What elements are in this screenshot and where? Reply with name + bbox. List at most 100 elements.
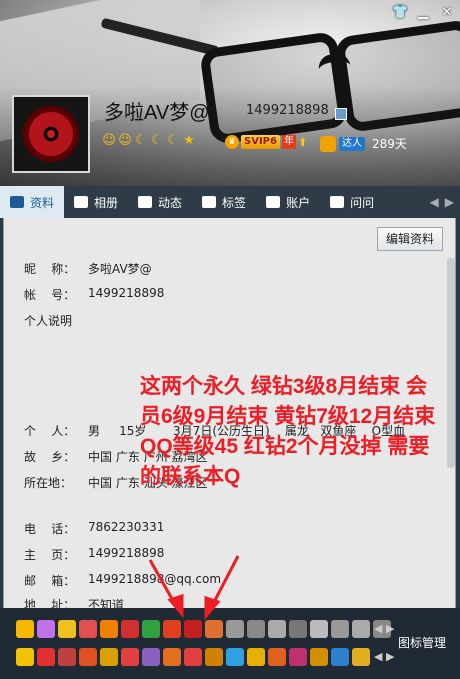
daren-label: 达人 — [339, 136, 365, 151]
privilege-badge-icon[interactable] — [205, 620, 223, 638]
privilege-badge-icon[interactable] — [142, 620, 160, 638]
right-arrow-icon[interactable]: ▶ — [445, 195, 454, 209]
privilege-badge-icon[interactable] — [247, 620, 265, 638]
avatar[interactable] — [12, 95, 90, 173]
desc-row: 个人说明 — [24, 312, 88, 329]
game-badge-icon[interactable] — [310, 648, 328, 666]
list-icon — [138, 196, 153, 208]
privilege-badge-icon[interactable] — [268, 620, 286, 638]
game-badge-icon[interactable] — [163, 648, 181, 666]
badge-row2-arrows[interactable]: ◀ ▶ — [374, 650, 394, 663]
game-badge-icon[interactable] — [289, 648, 307, 666]
shirt-icon[interactable]: 👕 — [392, 6, 408, 20]
person-label: 个 人： — [24, 424, 76, 438]
game-badge-icon[interactable] — [247, 648, 265, 666]
hometown-label: 故 乡： — [24, 450, 76, 464]
address-row: 地 址： 不知道 — [24, 596, 124, 608]
address-value: 不知道 — [88, 598, 125, 608]
location-label: 所在地： — [24, 476, 73, 490]
qq-level-icons[interactable]: ☺ ☺ ☾ ☾ ☾ ★ — [102, 134, 196, 148]
phone-value: 7862230331 — [88, 520, 165, 534]
window-controls: 👕 ▁ ✕ — [392, 6, 454, 20]
game-badge-icon[interactable] — [352, 648, 370, 666]
game-badge-icon[interactable] — [58, 648, 76, 666]
daren-icon — [320, 135, 336, 152]
icon-manager-link[interactable]: 图标管理 — [398, 634, 446, 651]
svip-label: SVIP6 — [241, 135, 280, 149]
qq-profile-window: 👕 ▁ ✕ 多啦AV梦@ 1499218898 ☺ ☺ ☾ ☾ ☾ ★ ♛ SV… — [0, 0, 460, 679]
sun-level-icon: ☺ — [102, 133, 116, 148]
icon-badge-bar: ◀ ▶ ◀ ▶ — [0, 608, 460, 679]
privilege-badge-icon[interactable] — [226, 620, 244, 638]
game-badge-icon[interactable] — [37, 648, 55, 666]
account-row: 帐 号： 1499218898 — [24, 286, 164, 303]
privilege-badge-icon[interactable] — [37, 620, 55, 638]
close-icon[interactable]: ✕ — [440, 6, 454, 20]
tab-label: 问问 — [350, 195, 375, 210]
moon-level-icon: ☾ — [151, 133, 163, 148]
briefcase-icon — [266, 196, 281, 208]
address-label: 地 址： — [24, 598, 76, 608]
homepage-value[interactable]: 1499218898 — [88, 546, 164, 563]
sun-level-icon: ☺ — [118, 133, 132, 148]
desc-label: 个人说明 — [24, 314, 73, 328]
email-value[interactable]: 1499218898@qq.com — [88, 572, 221, 589]
game-badge-icon[interactable] — [268, 648, 286, 666]
privilege-badge-icon[interactable] — [310, 620, 328, 638]
tab-scroll-arrows: ◀ ▶ — [430, 186, 460, 218]
homepage-label: 主 页： — [24, 548, 76, 562]
game-badge-icon[interactable] — [79, 648, 97, 666]
game-badge-icon[interactable] — [226, 648, 244, 666]
privilege-badge-icon[interactable] — [352, 620, 370, 638]
badge-row1-arrows[interactable]: ◀ ▶ — [374, 622, 394, 635]
nick-value: 多啦AV梦@ — [88, 262, 152, 276]
game-badge-icon[interactable] — [142, 648, 160, 666]
tab-tags[interactable]: 标签 — [192, 186, 256, 218]
phone-label: 电 话： — [24, 522, 76, 536]
privilege-badge-icon[interactable] — [79, 620, 97, 638]
privilege-badge-icon[interactable] — [289, 620, 307, 638]
privilege-badge-icon[interactable] — [184, 620, 202, 638]
game-badge-icon[interactable] — [121, 648, 139, 666]
profile-banner: 👕 ▁ ✕ 多啦AV梦@ 1499218898 ☺ ☺ ☾ ☾ ☾ ★ ♛ SV… — [0, 0, 460, 186]
profile-tabs: 资料 相册 动态 标签 账户 问问 ◀ ▶ — [0, 186, 460, 218]
badge-row-2 — [16, 648, 370, 666]
phone-row: 电 话： 7862230331 — [24, 520, 164, 537]
tab-account[interactable]: 账户 — [256, 186, 320, 218]
nickname[interactable]: 多啦AV梦@ — [104, 96, 210, 125]
game-badge-icon[interactable] — [205, 648, 223, 666]
svip-badge[interactable]: ♛ SVIP6 年 ⬆ — [225, 135, 307, 149]
minimize-icon[interactable]: ▁ — [416, 6, 430, 20]
game-badge-icon[interactable] — [184, 648, 202, 666]
annotation-text: 这两个永久 绿钻3级8月结束 会员6级9月结束 黄钻7级12月结束 QQ等级45… — [140, 375, 436, 488]
tab-profile[interactable]: 资料 — [0, 186, 65, 218]
privilege-badge-icon[interactable] — [163, 620, 181, 638]
badge-row-1 — [16, 620, 391, 638]
account-label: 帐 号： — [24, 288, 76, 302]
game-badge-icon[interactable] — [100, 648, 118, 666]
privilege-badge-icon[interactable] — [16, 620, 34, 638]
account-value: 1499218898 — [88, 286, 165, 300]
active-days: 289天 — [372, 137, 407, 151]
daren-badge[interactable]: 达人 289天 — [320, 135, 407, 152]
scrollbar[interactable] — [447, 258, 455, 468]
edit-profile-button[interactable]: 编辑资料 — [376, 227, 443, 251]
privilege-badge-icon[interactable] — [100, 620, 118, 638]
nick-label: 昵 称： — [24, 262, 76, 276]
moon-level-icon: ☾ — [135, 133, 147, 148]
tab-wenwen[interactable]: 问问 — [320, 186, 384, 218]
privilege-badge-icon[interactable] — [331, 620, 349, 638]
email-row: 邮 箱： 1499218898@qq.com — [24, 572, 221, 589]
profile-card-icon — [10, 196, 24, 208]
privilege-badge-icon[interactable] — [58, 620, 76, 638]
qq-flag-icon[interactable] — [335, 108, 347, 120]
left-arrow-icon[interactable]: ◀ — [430, 195, 439, 209]
tab-album[interactable]: 相册 — [64, 186, 128, 218]
bookmark-icon — [202, 196, 217, 208]
privilege-badge-icon[interactable] — [121, 620, 139, 638]
tab-feed[interactable]: 动态 — [128, 186, 192, 218]
tab-label: 标签 — [222, 195, 247, 210]
game-badge-icon[interactable] — [331, 648, 349, 666]
game-badge-icon[interactable] — [16, 648, 34, 666]
svip-crown-icon: ♛ — [225, 135, 239, 149]
